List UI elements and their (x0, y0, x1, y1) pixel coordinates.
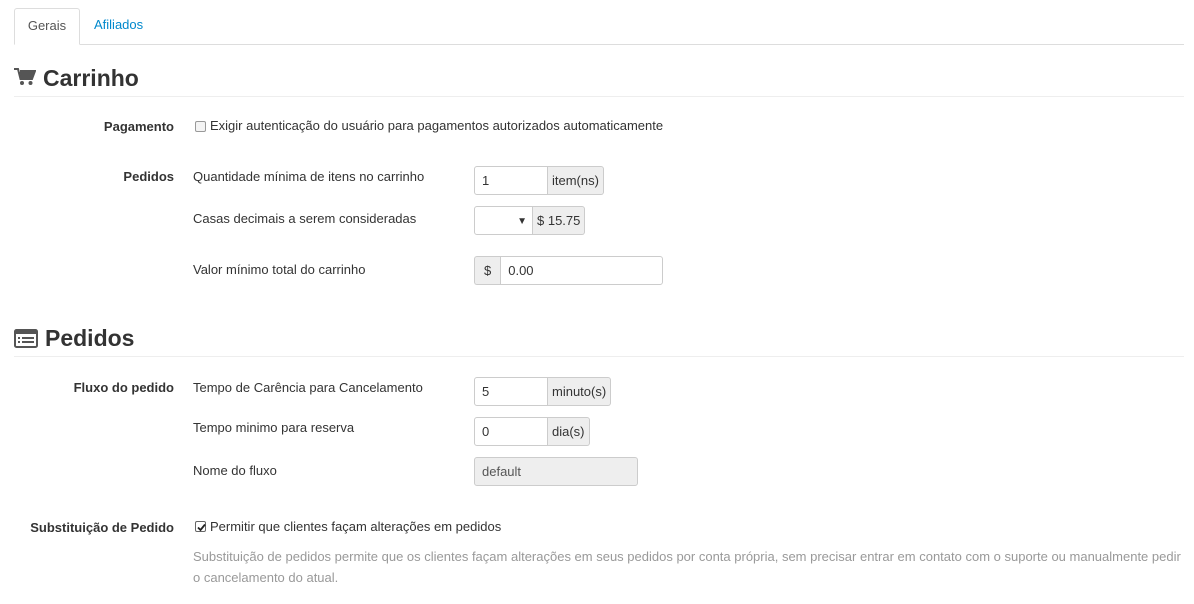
tab-afiliados[interactable]: Afiliados (94, 8, 143, 44)
min-total-label: Valor mínimo total do carrinho (193, 262, 366, 277)
grace-time-input[interactable] (474, 377, 548, 406)
section-title: Pedidos (45, 325, 135, 351)
reserve-time-input[interactable] (474, 417, 548, 446)
orders-label: Pedidos (123, 169, 174, 184)
check-icon (197, 523, 206, 532)
payment-auth-checkbox[interactable] (195, 121, 206, 132)
grace-time-label: Tempo de Carência para Cancelamento (193, 380, 423, 395)
order-substitution-checkbox[interactable] (195, 521, 206, 532)
min-total-input[interactable] (500, 256, 664, 285)
section-title: Carrinho (43, 65, 139, 91)
caret-down-icon: ▼ (517, 216, 527, 227)
decimals-label: Casas decimais a serem consideradas (193, 211, 417, 226)
decimals-select[interactable]: ▼ (474, 206, 533, 235)
cart-icon (14, 68, 37, 89)
tab-bar: Gerais Afiliados (14, 8, 1184, 45)
decimals-group: ▼ $ 15.75 (474, 206, 586, 235)
min-total-group: $ (474, 256, 664, 285)
flow-name-input[interactable] (474, 457, 638, 486)
reserve-time-unit: dia(s) (548, 417, 590, 446)
section-carrinho-header: Carrinho (14, 64, 1184, 97)
flow-name-label: Nome do fluxo (193, 463, 277, 478)
reserve-time-label: Tempo minimo para reserva (193, 420, 355, 435)
payment-label: Pagamento (103, 119, 174, 134)
grace-time-group: minuto(s) (474, 377, 612, 406)
flow-name-group (474, 457, 638, 486)
list-icon (14, 329, 38, 351)
order-substitution-checkbox-label[interactable]: Permitir que clientes façam alterações e… (210, 519, 501, 534)
order-substitution-help: Substituição de pedidos permite que os c… (193, 549, 1181, 585)
min-total-currency: $ (474, 256, 501, 285)
grace-time-unit: minuto(s) (548, 377, 612, 406)
order-flow-label: Fluxo do pedido (73, 380, 174, 395)
reserve-time-group: dia(s) (474, 417, 590, 446)
decimals-preview: $ 15.75 (533, 206, 586, 235)
order-substitution-label: Substituição de Pedido (30, 520, 174, 535)
min-items-label: Quantidade mínima de itens no carrinho (193, 169, 425, 184)
section-pedidos-header: Pedidos (14, 324, 1184, 357)
min-items-unit: item(ns) (548, 166, 604, 195)
tab-gerais[interactable]: Gerais (14, 8, 80, 45)
min-items-group: item(ns) (474, 166, 604, 195)
payment-auth-checkbox-label[interactable]: Exigir autenticação do usuário para paga… (210, 118, 663, 133)
min-items-input[interactable] (474, 166, 548, 195)
